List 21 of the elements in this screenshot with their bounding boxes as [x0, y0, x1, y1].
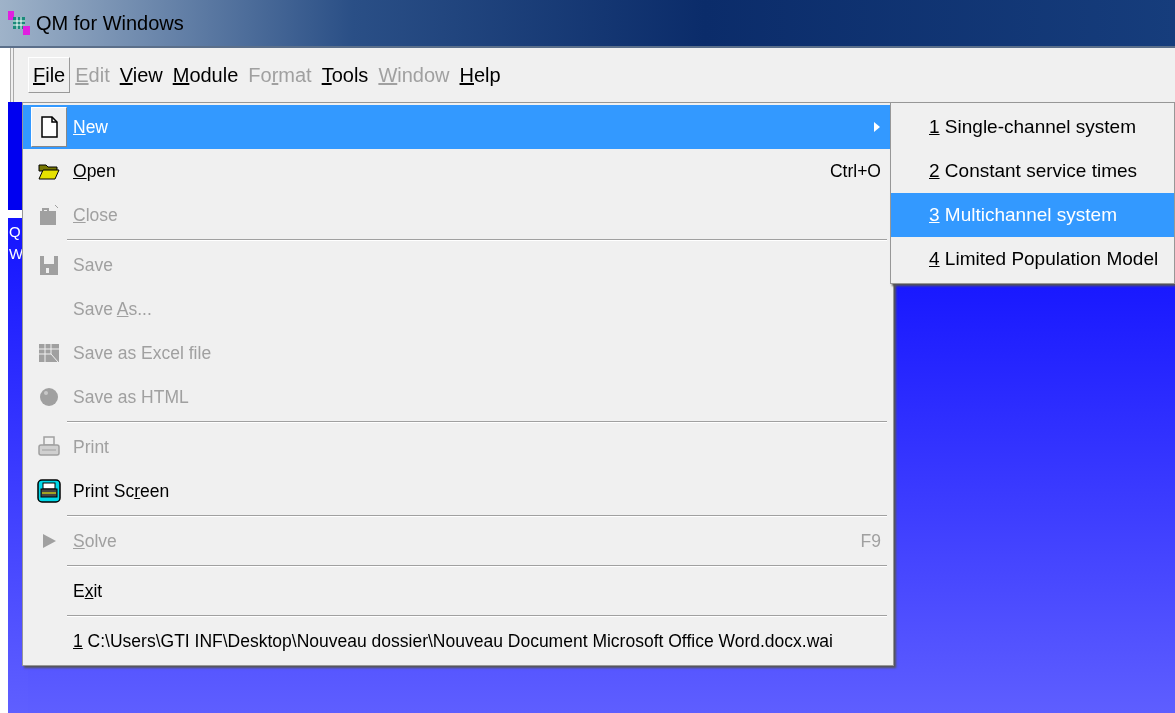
menu-item[interactable]: View: [114, 57, 168, 93]
menu-item[interactable]: Tools: [316, 57, 374, 93]
menu-item[interactable]: Print Screen: [23, 469, 893, 513]
submenu-item[interactable]: 4 Limited Population Model: [891, 237, 1174, 281]
window-title: QM for Windows: [36, 11, 184, 36]
window-text: Q: [9, 224, 21, 239]
submenu-item[interactable]: 1 Single-channel system: [891, 105, 1174, 149]
menu-item[interactable]: 1 C:\Users\GTI INF\Desktop\Nouveau dossier\Nouveau Document Microsoft Office Word.docx.wai: [23, 619, 893, 663]
briefcase-icon: [37, 203, 61, 227]
menu-item[interactable]: Module: [167, 57, 244, 93]
menu-item[interactable]: Open Ctrl+O: [23, 149, 893, 193]
spreadsheet-icon: [37, 341, 61, 365]
globe-icon: [37, 385, 61, 409]
menu-item[interactable]: File: [28, 57, 71, 93]
print-screen-icon: [37, 479, 61, 503]
printer-icon: [37, 435, 61, 459]
window-text: W: [9, 246, 24, 261]
menu-item[interactable]: Exit: [23, 569, 893, 613]
menu-item[interactable]: Help: [454, 57, 506, 93]
submenu-item[interactable]: 2 Constant service times: [891, 149, 1174, 193]
app-icon: [8, 11, 30, 35]
